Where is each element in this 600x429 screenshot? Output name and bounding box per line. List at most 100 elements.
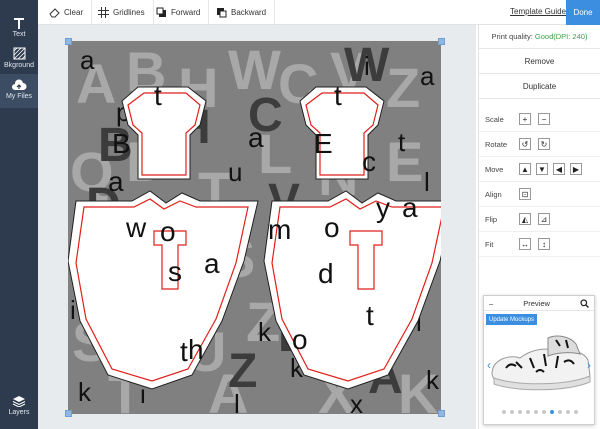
search-icon[interactable] <box>580 298 589 308</box>
background-icon <box>13 47 25 60</box>
scale-row: Scale + − <box>479 107 600 132</box>
svg-text:o: o <box>292 324 308 355</box>
align-center-icon[interactable]: ⊡ <box>519 188 531 200</box>
svg-text:u: u <box>228 157 242 187</box>
pagination-dot[interactable] <box>518 410 522 414</box>
done-button[interactable]: Done <box>566 0 600 25</box>
resize-handle-bottom-left[interactable] <box>65 410 72 417</box>
svg-text:a: a <box>402 192 418 223</box>
clear-button[interactable]: Clear <box>41 0 93 25</box>
scale-label: Scale <box>485 114 504 124</box>
flip-label: Flip <box>485 214 498 224</box>
print-quality-label: Print quality: <box>491 32 533 41</box>
svg-text:c: c <box>362 146 376 177</box>
sidebar-item-text[interactable]: Text <box>0 17 38 38</box>
shoe-mockup-image <box>491 335 591 391</box>
svg-text:a: a <box>420 61 435 91</box>
svg-text:Z: Z <box>386 56 420 119</box>
svg-text:y: y <box>376 192 390 223</box>
rotate-left-icon[interactable]: ↺ <box>519 138 531 150</box>
template-guide-link[interactable]: Template Guide <box>510 7 566 16</box>
gridlines-button[interactable]: Gridlines <box>90 0 154 25</box>
pagination-dot[interactable] <box>566 410 570 414</box>
align-label: Align <box>485 189 502 199</box>
next-mockup-icon[interactable]: › <box>587 358 591 372</box>
pagination-dot[interactable] <box>574 410 578 414</box>
sidebar-item-label: Text <box>12 31 26 38</box>
sidebar-item-my-files[interactable]: My Files <box>0 74 38 108</box>
svg-text:l: l <box>234 389 240 414</box>
sidebar-item-layers[interactable]: Layers <box>0 395 38 416</box>
preview-title: Preview <box>523 298 550 308</box>
text-icon <box>14 18 24 29</box>
svg-text:i: i <box>364 51 370 81</box>
move-right-icon[interactable]: ▶ <box>570 163 582 175</box>
clear-label: Clear <box>64 8 84 17</box>
rotate-label: Rotate <box>485 139 508 149</box>
resize-handle-bottom-right[interactable] <box>438 410 445 417</box>
backward-button[interactable]: Backward <box>208 0 276 25</box>
mockup-pagination <box>484 410 596 414</box>
update-mockups-button[interactable]: Update Mockups <box>486 314 538 325</box>
pagination-dot[interactable] <box>534 410 538 414</box>
svg-text:E: E <box>314 128 333 159</box>
svg-text:s: s <box>168 256 182 287</box>
fit-width-icon[interactable]: ↔ <box>519 238 531 250</box>
move-label: Move <box>485 164 504 174</box>
preview-window: – Preview Update Mockups ‹ › <box>483 295 595 425</box>
gridlines-label: Gridlines <box>113 8 145 17</box>
svg-text:a: a <box>108 166 124 197</box>
duplicate-button[interactable]: Duplicate <box>479 74 600 99</box>
scale-up-icon[interactable]: + <box>519 113 531 125</box>
rotate-row: Rotate ↺ ↻ <box>479 132 600 157</box>
move-left-icon[interactable]: ◀ <box>553 163 565 175</box>
preview-header: – Preview <box>484 296 594 311</box>
fit-label: Fit <box>485 239 494 249</box>
send-backward-icon <box>217 8 227 18</box>
flip-horizontal-icon[interactable]: ◭ <box>519 213 531 225</box>
pagination-dot[interactable] <box>526 410 530 414</box>
forward-button[interactable]: Forward <box>148 0 210 25</box>
pagination-dot[interactable] <box>558 410 562 414</box>
svg-text:t: t <box>398 127 406 157</box>
pagination-dot[interactable] <box>510 410 514 414</box>
svg-text:w: w <box>125 212 147 243</box>
backward-label: Backward <box>231 8 267 17</box>
scale-down-icon[interactable]: − <box>538 113 550 125</box>
svg-text:k: k <box>78 377 92 407</box>
resize-handle-top-left[interactable] <box>65 38 72 45</box>
svg-text:l: l <box>424 167 430 197</box>
svg-text:a: a <box>204 248 220 279</box>
move-down-icon[interactable]: ▼ <box>536 163 548 175</box>
pagination-dot[interactable] <box>502 410 506 414</box>
fit-height-icon[interactable]: ↕ <box>538 238 550 250</box>
svg-text:o: o <box>160 216 176 247</box>
rotate-right-icon[interactable]: ↻ <box>538 138 550 150</box>
resize-handle-top-right[interactable] <box>438 38 445 45</box>
eraser-icon <box>49 8 60 18</box>
sidebar-item-label: Layers <box>8 409 30 416</box>
minimize-icon[interactable]: – <box>489 299 493 308</box>
move-row: Move ▲ ▼ ◀ ▶ <box>479 157 600 182</box>
sidebar-item-background[interactable]: Bkground <box>0 47 38 69</box>
svg-text:i: i <box>70 295 76 325</box>
top-toolbar: Clear Gridlines Forward Backward Templat… <box>38 0 600 25</box>
flip-row: Flip ◭ ⊿ <box>479 207 600 232</box>
remove-button[interactable]: Remove <box>479 49 600 74</box>
svg-text:Z: Z <box>228 345 257 398</box>
move-up-icon[interactable]: ▲ <box>519 163 531 175</box>
svg-text:k: k <box>258 317 272 347</box>
layers-icon <box>12 396 26 407</box>
svg-text:x: x <box>350 389 363 414</box>
align-row: Align ⊡ <box>479 182 600 207</box>
pagination-dot[interactable] <box>550 410 554 414</box>
upload-cloud-icon <box>12 79 27 90</box>
flip-vertical-icon[interactable]: ⊿ <box>538 213 550 225</box>
pagination-dot[interactable] <box>542 410 546 414</box>
print-quality-value: Good(DPI: 240) <box>534 32 588 41</box>
previous-mockup-icon[interactable]: ‹ <box>487 358 491 372</box>
svg-text:m: m <box>268 214 291 245</box>
fit-row: Fit ↔ ↕ <box>479 232 600 257</box>
design-canvas[interactable]: ABH WCV ZQD TLN EKP SCF JSR UZG YTA XK C… <box>68 41 441 414</box>
print-quality: Print quality: Good(DPI: 240) <box>479 25 600 49</box>
